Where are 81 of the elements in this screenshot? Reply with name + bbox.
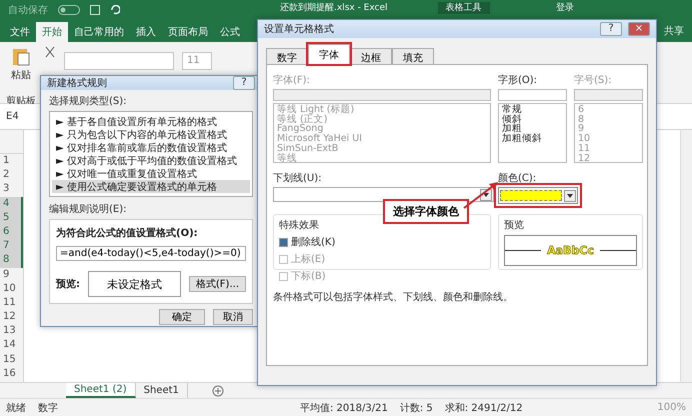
field-label: 下划线(U): — [273, 172, 322, 185]
rule-type-item[interactable]: ► 基于各自值设置所有单元格的格式 — [52, 115, 250, 128]
dialog-tab[interactable]: 填充 — [392, 48, 434, 64]
group-label: 特殊效果 — [279, 218, 319, 232]
row-header[interactable]: 5 — [0, 210, 23, 225]
preview-box: AaBbCc — [504, 235, 637, 266]
row-header[interactable]: 7 — [0, 239, 23, 254]
close-button[interactable]: × — [628, 22, 650, 36]
rule-type-item[interactable]: ► 只为包含以下内容的单元格设置格式 — [52, 128, 250, 141]
caret-icon — [567, 194, 573, 198]
font-field[interactable] — [273, 89, 491, 101]
field-label: 字体(F): — [273, 74, 311, 87]
undo-icon[interactable] — [110, 5, 120, 15]
scissors-icon[interactable] — [44, 46, 56, 58]
window-title: 还款到期提醒.xlsx - Excel — [280, 3, 388, 13]
paste-button[interactable]: 粘贴 — [11, 68, 31, 82]
preview-box: 未设定格式 — [88, 271, 181, 297]
save-icon[interactable] — [90, 5, 100, 15]
style-item[interactable]: 加粗 — [502, 124, 563, 134]
help-button[interactable]: ? — [233, 76, 255, 90]
dialog-title: 新建格式规则 — [47, 76, 107, 90]
font-name-field[interactable] — [64, 52, 174, 70]
style-item[interactable]: 加粗倾斜 — [502, 134, 563, 144]
preview-label: 预览: — [56, 278, 80, 291]
rule-type-item[interactable]: ► 仅对排名靠前或靠后的数值设置格式 — [52, 141, 250, 154]
row-header[interactable]: 8 — [0, 253, 23, 268]
field-label: 编辑规则说明(E): — [49, 202, 128, 216]
callout-label: 选择字体颜色 — [383, 199, 469, 224]
autosave-label: 自动保存 — [8, 4, 48, 17]
clipboard-icon[interactable] — [12, 46, 30, 66]
size-field[interactable] — [574, 89, 643, 101]
checkbox[interactable] — [279, 238, 288, 246]
status-text: 求和: 2491/2/12 — [444, 402, 523, 414]
rule-type-item[interactable]: ► 仅对唯一值或重复值设置格式 — [52, 167, 250, 180]
row-header[interactable]: 4 — [0, 196, 23, 211]
ribbon-tab[interactable]: 自己常用的 — [68, 22, 130, 42]
toggle-icon[interactable] — [58, 5, 80, 15]
style-item[interactable]: 倾斜 — [502, 114, 563, 124]
field-label: 字号(S): — [574, 74, 613, 87]
ribbon-tab[interactable]: 文件 — [4, 22, 36, 42]
checkbox-label: 上标(E) — [291, 252, 326, 266]
checkbox-label: 下标(B) — [291, 270, 326, 283]
caret-icon — [483, 192, 489, 196]
note-text: 条件格式可以包括字体样式、下划线、颜色和删除线。 — [273, 290, 514, 304]
field-label: 为符合此公式的值设置格式(O): — [56, 226, 199, 240]
add-sheet-icon[interactable] — [212, 385, 224, 397]
underline-dropdown[interactable] — [273, 187, 494, 202]
rule-type-item[interactable]: ► 仅对高于或低于平均值的数值设置格式 — [52, 154, 250, 167]
cancel-button[interactable]: 取消 — [213, 309, 253, 325]
rule-type-item[interactable]: ► 使用公式确定要设置格式的单元格 — [52, 180, 250, 193]
context-tab[interactable]: 表格工具 — [438, 2, 490, 14]
format-button[interactable]: 格式(F)... — [188, 276, 246, 292]
name-box[interactable]: E4 — [6, 111, 42, 122]
ribbon-tab[interactable]: 公式 — [214, 22, 246, 42]
status-text: 数字 — [38, 402, 58, 414]
dialog-tab[interactable]: 边框 — [350, 48, 392, 64]
scroll-bar[interactable] — [680, 130, 692, 382]
ribbon-tab[interactable]: 插入 — [130, 22, 162, 42]
style-item[interactable]: 常规 — [502, 105, 563, 115]
formula-field[interactable]: =and(e4-today()<5,e4-today()>=0) — [56, 246, 246, 261]
field-label: 颜色(C): — [498, 172, 538, 185]
share-button[interactable]: 共享 — [656, 24, 692, 42]
field-label: 字形(O): — [498, 74, 538, 87]
sheet-tab[interactable]: Sheet1 (2) — [66, 383, 136, 398]
dialog-tab[interactable]: 数字 — [266, 48, 308, 64]
status-text: 计数: 5 — [400, 402, 433, 414]
row-header[interactable]: 6 — [0, 224, 23, 240]
sign-in-link[interactable]: 登录 — [556, 3, 574, 13]
callout-arrow — [463, 181, 499, 209]
field-label: 选择规则类型(S): — [49, 94, 128, 108]
status-text: 就绪 — [6, 402, 26, 414]
dialog-title: 设置单元格格式 — [264, 22, 334, 36]
ok-button[interactable]: 确定 — [159, 309, 205, 325]
group-label: 预览 — [504, 219, 524, 232]
dialog-tab[interactable]: 字体 — [308, 44, 350, 64]
status-text: 平均值: 2018/3/21 — [300, 402, 388, 414]
ribbon-tab[interactable]: 开始 — [36, 22, 68, 42]
ribbon-tab[interactable]: 页面布局 — [162, 22, 214, 42]
checkbox-label: 删除线(K) — [291, 236, 336, 249]
help-button[interactable]: ? — [600, 22, 622, 36]
style-field[interactable] — [498, 89, 567, 101]
